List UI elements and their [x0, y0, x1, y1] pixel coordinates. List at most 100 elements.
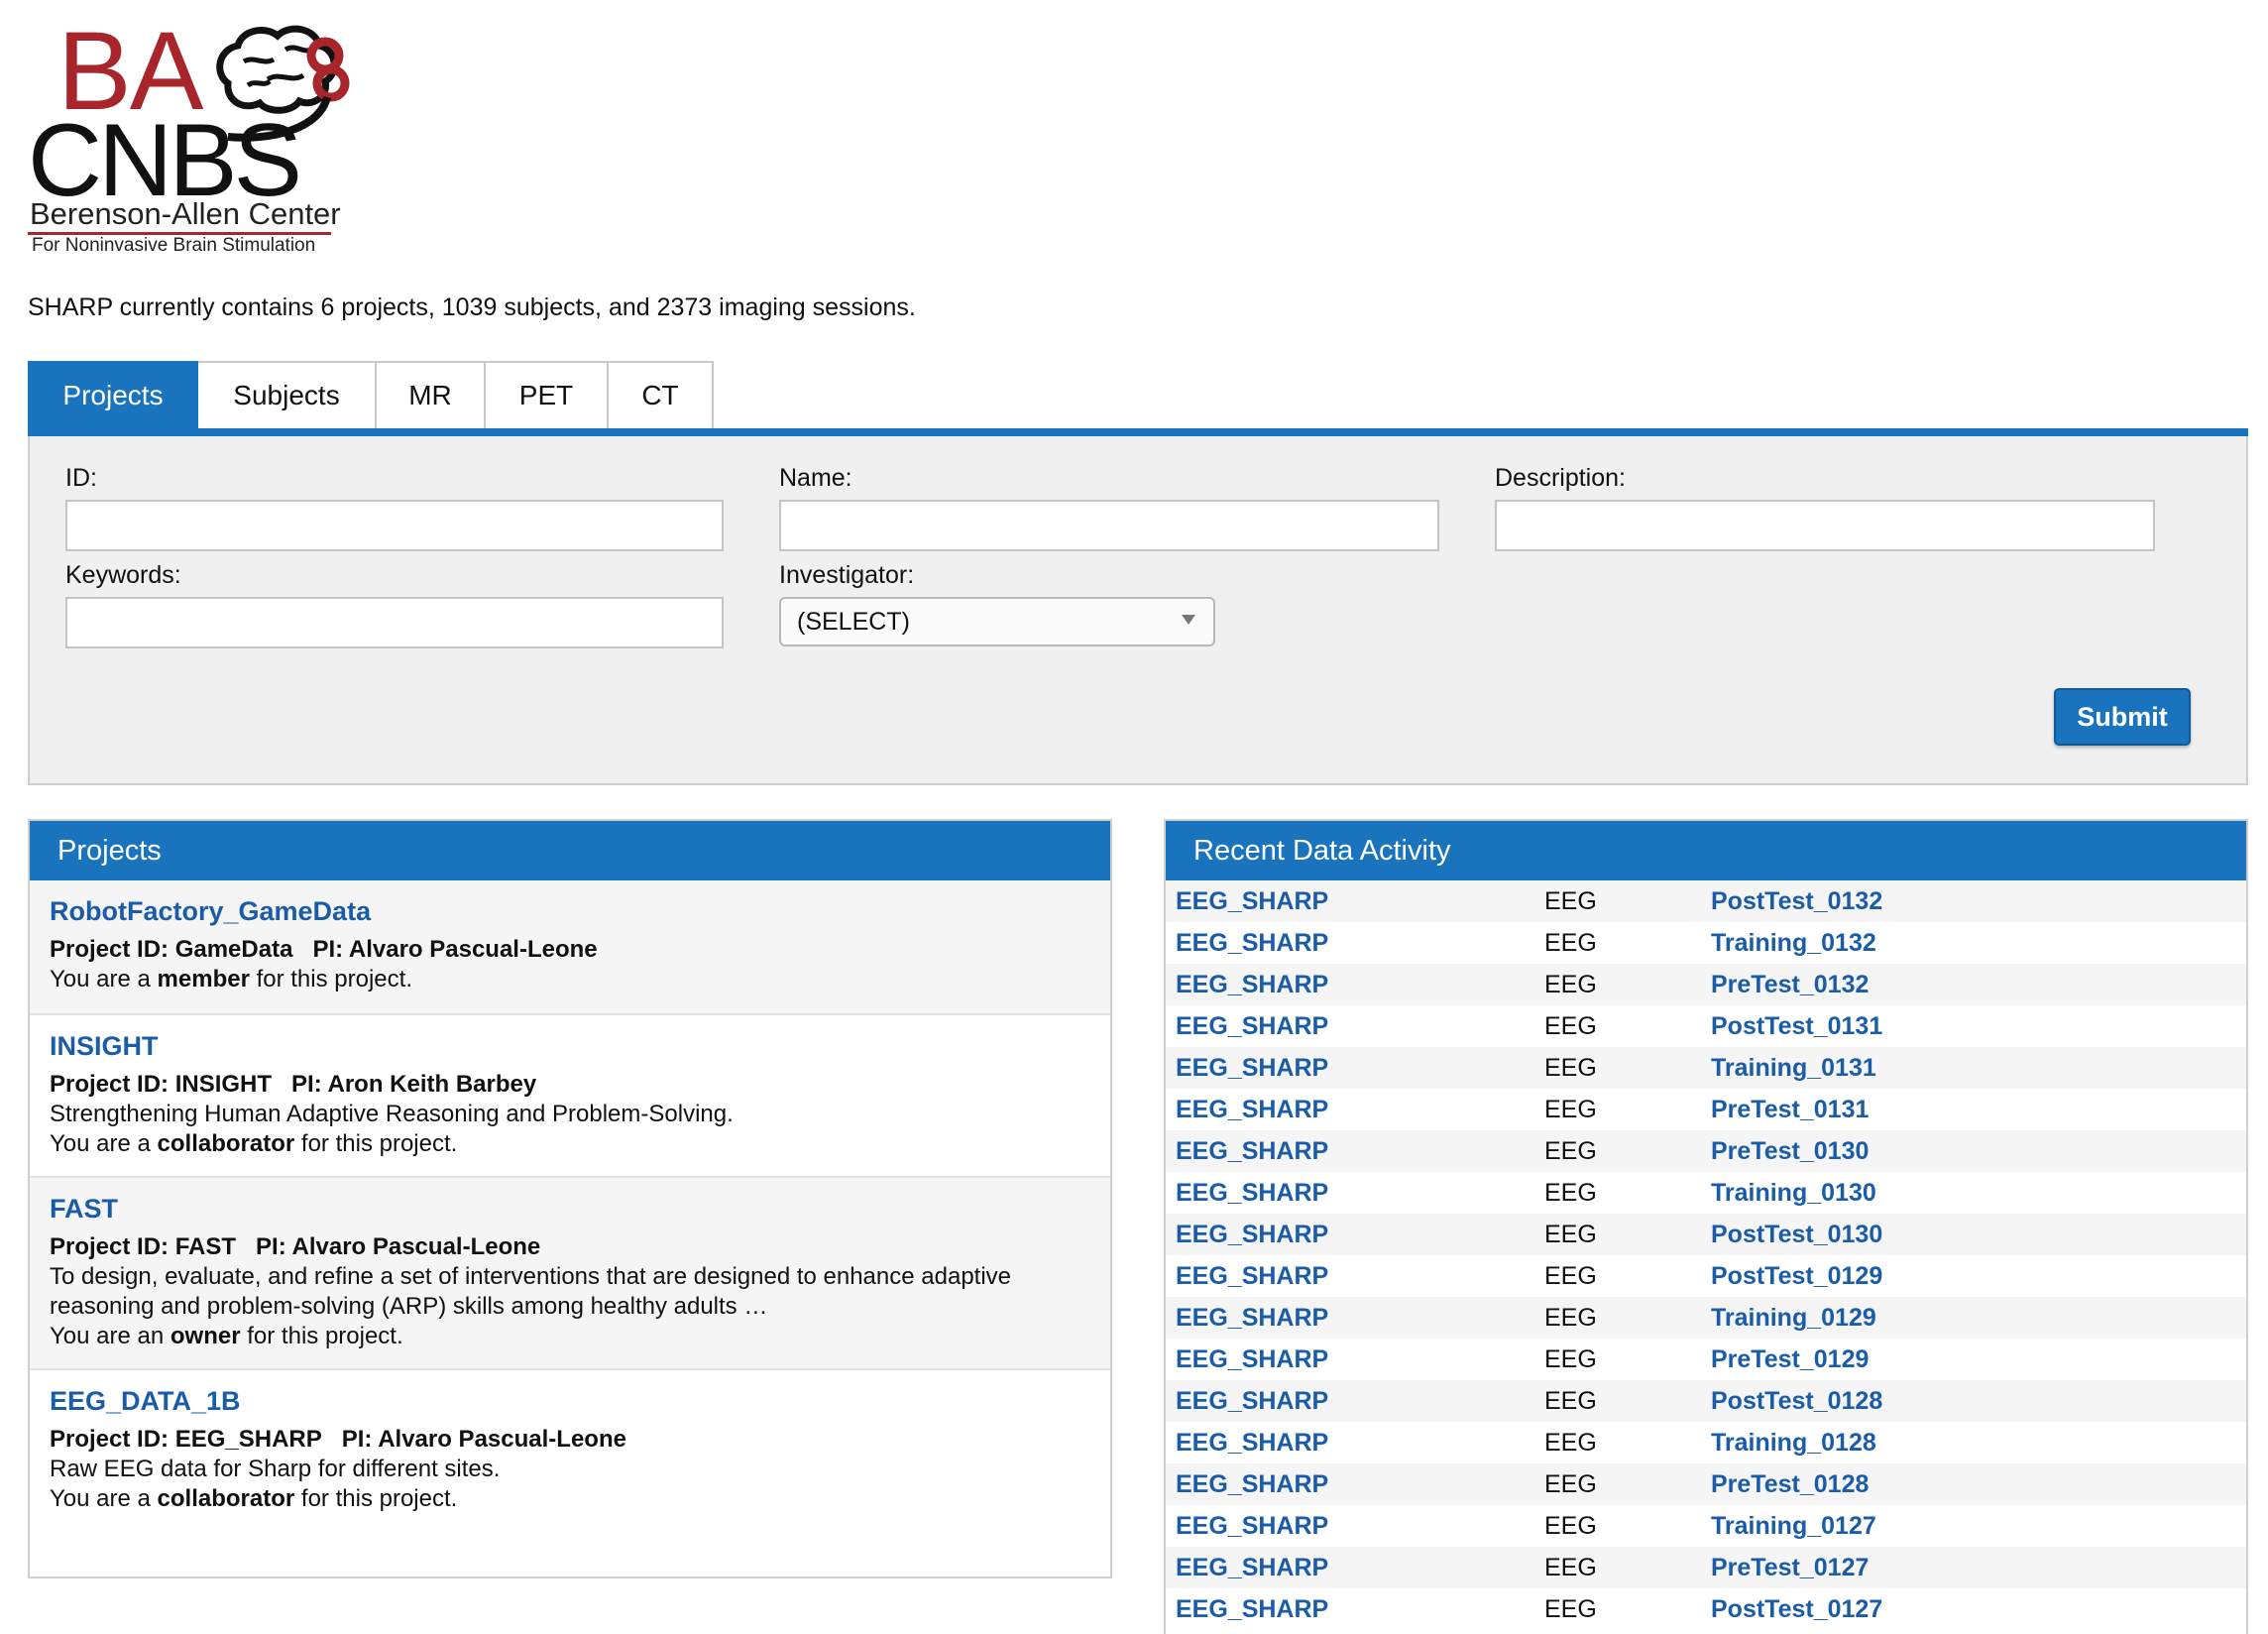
activity-type: EEG	[1544, 1428, 1597, 1457]
activity-project-cell: EEG_SHARP	[1166, 1005, 1544, 1047]
activity-type: EEG	[1544, 1261, 1597, 1290]
activity-session-link[interactable]: Training_0130	[1711, 1179, 1876, 1207]
activity-type: EEG	[1544, 1344, 1597, 1373]
project-pi: PI: Alvaro Pascual-Leone	[341, 1426, 626, 1453]
logo-center-name: Berenson-Allen Center	[30, 196, 341, 231]
activity-session-link[interactable]: PreTest_0128	[1711, 1470, 1869, 1498]
activity-project-link[interactable]: EEG_SHARP	[1176, 1304, 1328, 1332]
activity-project-link[interactable]: EEG_SHARP	[1176, 971, 1328, 998]
activity-session-cell: PostTest_0132	[1711, 880, 2246, 922]
role-suffix: for this project.	[294, 1130, 458, 1157]
description-input[interactable]	[1495, 500, 2155, 551]
activity-project-link[interactable]: EEG_SHARP	[1176, 1470, 1328, 1498]
project-description: Strengthening Human Adaptive Reasoning a…	[50, 1101, 734, 1127]
activity-row: EEG_SHARP EEG PreTest_0127	[1166, 1547, 2246, 1588]
tab-mr[interactable]: MR	[377, 361, 486, 428]
activity-project-link[interactable]: EEG_SHARP	[1176, 1012, 1328, 1040]
activity-session-link[interactable]: PreTest_0131	[1711, 1096, 1869, 1123]
activity-type: EEG	[1544, 1047, 1711, 1089]
activity-project-cell: EEG_SHARP	[1166, 1297, 1544, 1339]
description-label: Description:	[1495, 464, 1626, 492]
tab-subjects[interactable]: Subjects	[198, 361, 377, 428]
project-link[interactable]: INSIGHT	[50, 1031, 1090, 1062]
activity-session-link[interactable]: Training_0132	[1711, 929, 1876, 957]
activity-project-link[interactable]: EEG_SHARP	[1176, 929, 1328, 957]
role-prefix: You are a	[50, 966, 158, 992]
activity-session-link[interactable]: Training_0128	[1711, 1429, 1876, 1457]
activity-project-link[interactable]: EEG_SHARP	[1176, 1262, 1328, 1290]
activity-row: EEG_SHARP EEG Training_0128	[1166, 1422, 2246, 1463]
activity-session-link[interactable]: PostTest_0128	[1711, 1387, 1882, 1415]
project-link[interactable]: EEG_DATA_1B	[50, 1386, 1090, 1417]
project-item: RobotFactory_GameData Project ID: GameDa…	[30, 880, 1110, 1015]
activity-session-link[interactable]: PostTest_0131	[1711, 1012, 1882, 1040]
site-logo[interactable]: BA CNBS Berenson-Allen Center For Noninv…	[28, 14, 350, 255]
project-role-line: You are a member for this project.	[50, 965, 1090, 994]
activity-type: EEG	[1544, 1011, 1597, 1040]
project-item: EEG_DATA_1B Project ID: EEG_SHARP PI: Al…	[30, 1370, 1110, 1529]
activity-project-link[interactable]: EEG_SHARP	[1176, 1221, 1328, 1248]
activity-type: EEG	[1544, 1095, 1597, 1123]
activity-session-link[interactable]: Training_0129	[1711, 1304, 1876, 1332]
activity-session-cell: PreTest_0129	[1711, 1339, 2246, 1380]
activity-type: EEG	[1544, 1463, 1711, 1505]
activity-session-link[interactable]: PreTest_0127	[1711, 1554, 1869, 1581]
activity-session-link[interactable]: PostTest_0132	[1711, 887, 1882, 915]
activity-session-cell: PreTest_0130	[1711, 1130, 2246, 1172]
project-role-line: You are a collaborator for this project.	[50, 1129, 1090, 1159]
project-pi: PI: Aron Keith Barbey	[291, 1071, 537, 1098]
tab-pet[interactable]: PET	[486, 361, 609, 428]
activity-project-cell: EEG_SHARP	[1166, 1547, 1544, 1588]
project-role-line: You are a collaborator for this project.	[50, 1484, 1090, 1514]
activity-project-link[interactable]: EEG_SHARP	[1176, 887, 1328, 915]
activity-project-link[interactable]: EEG_SHARP	[1176, 1554, 1328, 1581]
tab-projects[interactable]: Projects	[28, 361, 198, 428]
activity-session-link[interactable]: PreTest_0129	[1711, 1345, 1869, 1373]
activity-session-link[interactable]: Training_0131	[1711, 1054, 1876, 1082]
recent-activity-panel: Recent Data Activity EEG_SHARP EEG PostTes…	[1164, 819, 2248, 1634]
activity-project-link[interactable]: EEG_SHARP	[1176, 1387, 1328, 1415]
activity-type: EEG	[1544, 1511, 1597, 1540]
project-pi: PI: Alvaro Pascual-Leone	[256, 1233, 541, 1260]
activity-project-link[interactable]: EEG_SHARP	[1176, 1179, 1328, 1207]
activity-session-link[interactable]: PostTest_0130	[1711, 1221, 1882, 1248]
activity-project-link[interactable]: EEG_SHARP	[1176, 1595, 1328, 1623]
role-suffix: for this project.	[240, 1323, 403, 1349]
submit-button[interactable]: Submit	[2054, 688, 2191, 746]
tab-ct[interactable]: CT	[609, 361, 714, 428]
activity-project-cell: EEG_SHARP	[1166, 1047, 1544, 1089]
id-input[interactable]	[65, 500, 724, 551]
activity-type: EEG	[1544, 880, 1711, 922]
investigator-label: Investigator:	[779, 561, 915, 589]
activity-project-link[interactable]: EEG_SHARP	[1176, 1096, 1328, 1123]
logo-tagline: For Noninvasive Brain Stimulation	[32, 235, 316, 256]
activity-type: EEG	[1544, 1297, 1711, 1339]
activity-session-link[interactable]: PostTest_0127	[1711, 1595, 1882, 1623]
activity-project-link[interactable]: EEG_SHARP	[1176, 1345, 1328, 1373]
project-description: Raw EEG data for Sharp for different sit…	[50, 1456, 501, 1482]
investigator-select[interactable]: (SELECT)	[779, 597, 1215, 646]
activity-project-link[interactable]: EEG_SHARP	[1176, 1512, 1328, 1540]
activity-session-link[interactable]: PreTest_0130	[1711, 1137, 1869, 1165]
activity-session-link[interactable]: Training_0127	[1711, 1512, 1876, 1540]
project-id: Project ID: FAST	[50, 1233, 237, 1260]
activity-project-cell: EEG_SHARP	[1166, 1089, 1544, 1130]
recent-activity-title: Recent Data Activity	[1166, 821, 2246, 880]
project-link[interactable]: FAST	[50, 1194, 1090, 1225]
activity-project-link[interactable]: EEG_SHARP	[1176, 1429, 1328, 1457]
activity-row: EEG_SHARP EEG PreTest_0129	[1166, 1339, 2246, 1380]
activity-session-link[interactable]: PreTest_0132	[1711, 971, 1869, 998]
activity-project-link[interactable]: EEG_SHARP	[1176, 1137, 1328, 1165]
activity-project-link[interactable]: EEG_SHARP	[1176, 1054, 1328, 1082]
activity-session-cell: Training_0129	[1711, 1297, 2246, 1339]
activity-type: EEG	[1544, 964, 1711, 1005]
name-input[interactable]	[779, 500, 1439, 551]
activity-session-cell: PreTest_0127	[1711, 1547, 2246, 1588]
activity-session-link[interactable]: PostTest_0129	[1711, 1262, 1882, 1290]
page: BA CNBS Berenson-Allen Center For Noninv…	[0, 0, 2268, 1634]
activity-session-cell: PostTest_0131	[1711, 1005, 2246, 1047]
activity-row: EEG_SHARP EEG PreTest_0132	[1166, 964, 2246, 1005]
project-link[interactable]: RobotFactory_GameData	[50, 896, 1090, 927]
keywords-input[interactable]	[65, 597, 724, 648]
activity-project-cell: EEG_SHARP	[1166, 1255, 1544, 1297]
